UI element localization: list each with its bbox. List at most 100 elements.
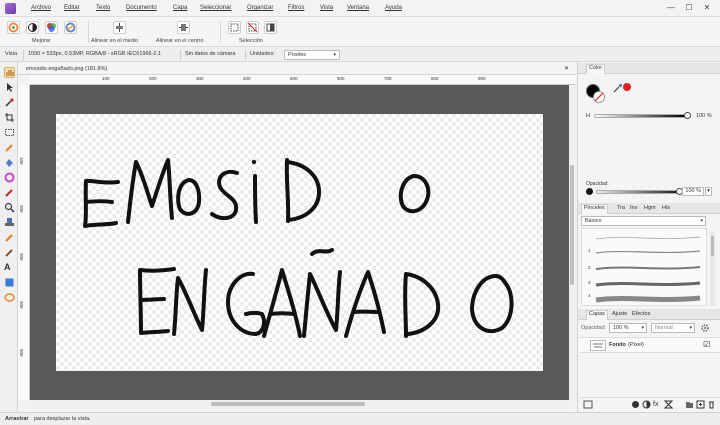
recent-color-swatch[interactable] <box>623 83 631 91</box>
menu-ayuda[interactable]: Ayuda <box>385 5 402 11</box>
marquee-tool[interactable] <box>4 127 15 138</box>
canvas-area[interactable] <box>30 85 569 400</box>
white-balance-button[interactable] <box>64 21 77 34</box>
tab-brushes[interactable]: Pinceles <box>581 204 608 214</box>
crop-tool[interactable] <box>4 112 15 123</box>
h-slider[interactable] <box>594 114 686 118</box>
select-all-button[interactable] <box>228 21 241 34</box>
menu-ventana[interactable]: Ventana <box>347 5 369 11</box>
close-button[interactable]: ✕ <box>701 3 713 13</box>
tab-transform[interactable]: Tra <box>615 205 627 211</box>
hand-tool[interactable] <box>4 67 15 78</box>
chevron-down-icon: ▾ <box>641 325 644 331</box>
tab-effects[interactable]: Efectos <box>630 311 652 317</box>
ellipse-tool[interactable] <box>4 292 15 303</box>
zoom-tool[interactable] <box>4 202 15 213</box>
minimize-button[interactable]: — <box>665 3 677 13</box>
text-a-icon: A <box>4 262 11 272</box>
brush-category-select[interactable]: Básico ▾ <box>581 216 706 226</box>
secondary-color-swatch[interactable] <box>593 91 605 103</box>
gear-icon[interactable] <box>700 323 710 333</box>
deselect-button[interactable] <box>246 21 259 34</box>
selection-brush-tool[interactable] <box>4 142 15 153</box>
retouch-tool[interactable] <box>4 232 15 243</box>
tab-layers[interactable]: Capas <box>586 310 608 320</box>
contrast-button[interactable] <box>26 21 39 34</box>
blend-mode-select[interactable]: Normal ▾ <box>651 323 695 333</box>
brush-list[interactable]: 1 2 3 4 <box>581 228 707 306</box>
text-tool[interactable]: A <box>4 262 15 273</box>
menu-editar[interactable]: Editar <box>64 5 80 11</box>
flood-select-tool[interactable] <box>4 157 15 168</box>
layer-name: Fondo <box>609 342 626 348</box>
trash-icon[interactable] <box>707 400 716 409</box>
document-close-button[interactable]: ✕ <box>564 65 569 72</box>
vruler-tick: 500 <box>19 349 24 357</box>
menu-organizar[interactable]: Organizar <box>247 5 273 11</box>
menu-documento[interactable]: Documento <box>126 5 157 11</box>
new-layer-icon[interactable] <box>696 400 705 409</box>
saturation-button[interactable] <box>45 21 58 34</box>
layer-thumbnail <box>590 340 606 351</box>
mask-icon[interactable] <box>631 400 640 409</box>
horizontal-scroll-thumb[interactable] <box>211 402 365 406</box>
shape-tool[interactable] <box>4 277 15 288</box>
units-select[interactable]: Píxeles ▾ <box>284 50 340 60</box>
status-hint-bold: Arrastrar <box>5 416 29 422</box>
layer-visibility-checkbox[interactable]: ☑ <box>703 340 710 349</box>
layer-row[interactable]: Fondo (Píxel) ☑ <box>579 337 720 353</box>
h-slider-handle[interactable] <box>684 112 691 119</box>
tab-histogram[interactable]: Hgm <box>642 205 658 211</box>
opacity-input[interactable]: 100 % <box>682 187 704 196</box>
vruler-tick: 100 <box>19 157 24 165</box>
align-center-button[interactable] <box>177 21 190 34</box>
brush-size-label: 1 <box>588 248 591 253</box>
maximize-button[interactable]: ☐ <box>683 3 695 13</box>
vertical-scrollbar[interactable] <box>569 85 576 400</box>
folder-icon[interactable] <box>685 400 694 409</box>
smudge-tool[interactable] <box>4 247 15 258</box>
layer-opacity-select[interactable]: 100 % ▾ <box>609 323 647 333</box>
layer-opacity-label: Opacidad: <box>581 325 607 331</box>
adjustment-icon[interactable] <box>642 400 651 409</box>
align-middle-button[interactable] <box>113 21 126 34</box>
layers-settings-icon[interactable] <box>583 400 593 409</box>
right-panel: Color H 100 % Opacidad 100 % ▾ Pinceles … <box>577 62 720 412</box>
opacity-slider[interactable] <box>596 190 678 194</box>
tab-adjustment[interactable]: Ajuste <box>610 311 629 317</box>
color-wheel-button[interactable] <box>7 21 20 34</box>
menu-vista[interactable]: Vista <box>320 5 333 11</box>
menu-capa[interactable]: Capa <box>173 5 187 11</box>
chevron-down-icon: ▾ <box>700 218 703 224</box>
image-info: 1000 × 533px, 0.53MP, RGBA/8 - sRGB IEC6… <box>28 51 162 57</box>
brush-list-scroll-thumb[interactable] <box>711 236 714 256</box>
menu-filtros[interactable]: Filtros <box>288 5 304 11</box>
fx-icon[interactable]: fx <box>653 400 662 409</box>
tab-history[interactable]: His <box>660 205 672 211</box>
document-tab-title[interactable]: emosido engañado.png (181.8%) <box>26 66 107 72</box>
hourglass-icon[interactable] <box>663 400 674 409</box>
align-middle-icon <box>116 23 123 32</box>
menu-seleccionar[interactable]: Seleccionar <box>200 5 231 11</box>
h-value: 100 % <box>696 113 712 119</box>
invert-selection-button[interactable] <box>264 21 277 34</box>
layers-footer: fx <box>579 397 720 410</box>
menu-texto[interactable]: Texto <box>96 5 110 11</box>
chevron-down-icon: ▾ <box>333 52 336 58</box>
eyedropper-icon[interactable] <box>613 83 623 93</box>
hand-icon <box>6 70 14 76</box>
paint-brush-tool[interactable] <box>4 187 15 198</box>
deselect-icon <box>247 22 258 33</box>
tab-inventory[interactable]: Inv <box>628 205 639 211</box>
document-canvas[interactable] <box>56 114 543 371</box>
clone-tool[interactable] <box>4 217 15 228</box>
picker-tool[interactable] <box>4 97 15 108</box>
vertical-scroll-thumb[interactable] <box>570 165 574 285</box>
horizontal-scrollbar[interactable] <box>30 400 569 409</box>
tab-color[interactable]: Color <box>586 64 606 74</box>
move-tool[interactable] <box>4 82 15 93</box>
opacity-dropdown[interactable]: ▾ <box>705 187 712 196</box>
menu-archivo[interactable]: Archivo <box>31 5 51 11</box>
brush-list-scrollbar[interactable] <box>710 232 715 306</box>
color-tool[interactable] <box>4 172 15 183</box>
